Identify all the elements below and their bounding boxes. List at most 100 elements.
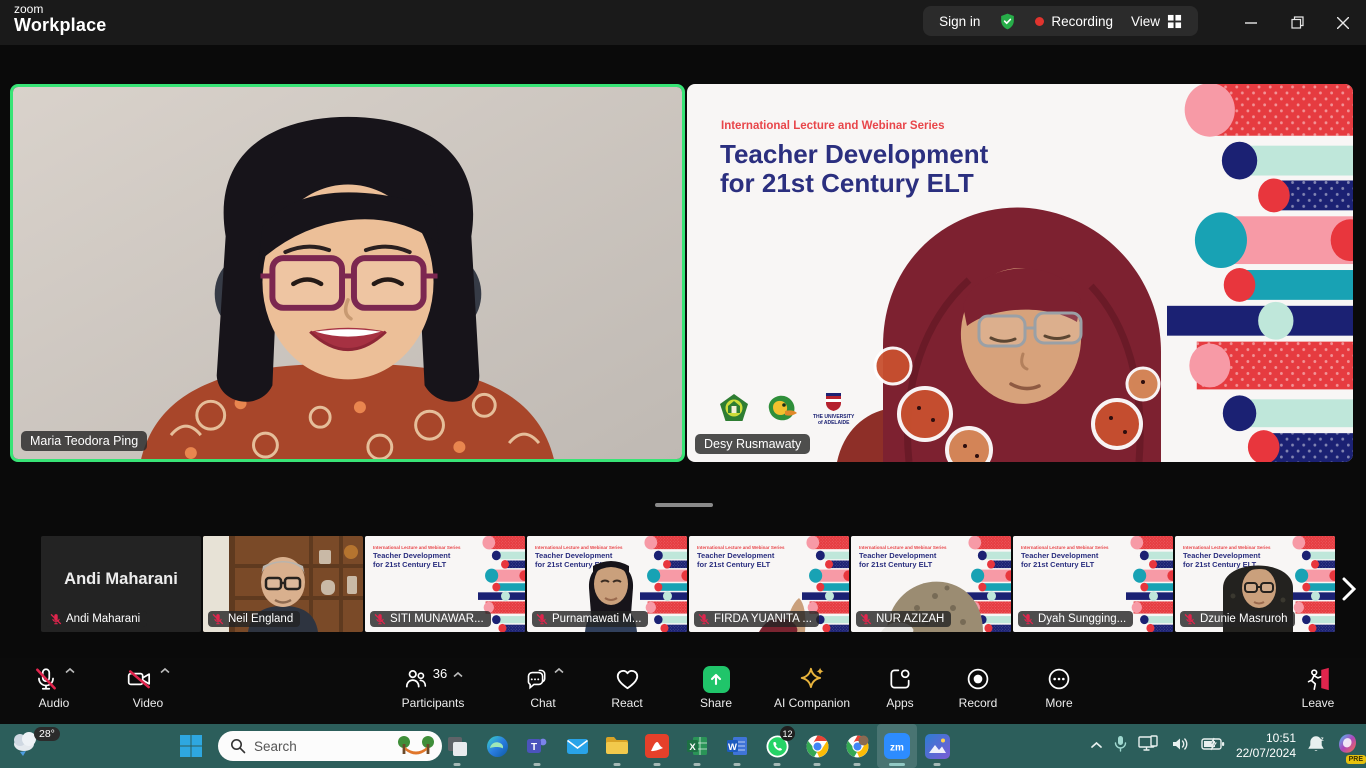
volume-icon[interactable] xyxy=(1171,736,1190,757)
record-icon xyxy=(965,666,991,692)
audio-button[interactable]: Audio xyxy=(14,664,94,710)
thumbnail-dzunie-masruroh[interactable]: International Lecture and Webinar Series… xyxy=(1175,536,1335,632)
video-button[interactable]: Video xyxy=(108,664,188,710)
ai-companion-button[interactable]: AI Companion xyxy=(756,664,868,710)
video-stage: Maria Teodora Ping International Lecture… xyxy=(0,45,1366,658)
security-shield-icon[interactable] xyxy=(998,12,1017,31)
thumbnail-name-label: Neil England xyxy=(208,611,300,627)
word-icon: W xyxy=(725,734,749,758)
svg-text:X: X xyxy=(689,742,696,753)
muted-mic-icon xyxy=(33,666,59,692)
more-icon xyxy=(1046,666,1072,692)
react-button[interactable]: React xyxy=(592,664,662,710)
titlebar-controls: Sign in Recording View xyxy=(923,6,1198,36)
photos-button[interactable] xyxy=(917,724,957,768)
thumbnail-name-label: Purnamawati M... xyxy=(532,611,648,627)
pdf-app-button[interactable] xyxy=(637,724,677,768)
thumbnail-name-label: NUR AZIZAH xyxy=(856,611,951,627)
muted-mic-icon xyxy=(212,613,224,625)
svg-text:W: W xyxy=(728,742,737,753)
meeting-toolbar: Audio Video 36 xyxy=(0,658,1366,724)
thumbnail-siti-munawar[interactable]: International Lecture and Webinar Series… xyxy=(365,536,525,632)
cast-device-icon[interactable] xyxy=(1138,735,1160,758)
tray-chevron-up-icon[interactable] xyxy=(1090,737,1103,755)
battery-icon[interactable] xyxy=(1201,737,1225,756)
leave-button[interactable]: Leave xyxy=(1278,664,1358,710)
slide-decoration-pattern xyxy=(1126,536,1173,632)
sign-in-button[interactable]: Sign in xyxy=(939,14,980,29)
mail-icon xyxy=(565,734,590,759)
thumbnail-andi-maharani[interactable]: Andi Maharani Andi Maharani xyxy=(41,536,201,632)
weather-widget[interactable]: 28° xyxy=(10,727,60,757)
video-tile-desy[interactable]: International Lecture and Webinar Series… xyxy=(687,84,1353,462)
window-controls xyxy=(1228,0,1366,45)
mic-in-use-icon[interactable] xyxy=(1114,735,1127,758)
chrome-profile2-button[interactable] xyxy=(837,724,877,768)
video-tile-maria[interactable]: Maria Teodora Ping xyxy=(10,84,685,462)
grid-view-icon xyxy=(1167,14,1182,29)
taskbar-search[interactable]: Search xyxy=(218,731,442,761)
share-screen-icon xyxy=(703,666,730,693)
thumbnail-firda-yuanita[interactable]: International Lecture and Webinar Series… xyxy=(689,536,849,632)
filmstrip-resize-handle[interactable] xyxy=(655,503,713,507)
chrome-profile1-button[interactable] xyxy=(797,724,837,768)
title-bar: zoom Workplace Sign in Recording View xyxy=(0,0,1366,45)
thumbnail-purnamawati[interactable]: International Lecture and Webinar Series… xyxy=(527,536,687,632)
participants-button[interactable]: 36 Participants xyxy=(375,664,491,710)
participant-name-tag: Maria Teodora Ping xyxy=(21,431,147,451)
word-button[interactable]: W xyxy=(717,724,757,768)
filmstrip-next-button[interactable] xyxy=(1336,572,1362,606)
clock-widget[interactable]: 10:51 22/07/2024 xyxy=(1236,731,1296,761)
thumbnail-neil-england[interactable]: Neil England xyxy=(203,536,363,632)
copilot-icon xyxy=(1336,732,1360,756)
audio-options-caret[interactable] xyxy=(65,664,75,678)
muted-mic-icon xyxy=(698,613,710,625)
thumbnail-nur-azizah[interactable]: International Lecture and Webinar Series… xyxy=(851,536,1011,632)
mail-button[interactable] xyxy=(557,724,597,768)
tray-date: 22/07/2024 xyxy=(1236,746,1296,761)
file-explorer-button[interactable] xyxy=(597,724,637,768)
thumbnail-dyah-sungging[interactable]: International Lecture and Webinar Series… xyxy=(1013,536,1173,632)
video-options-caret[interactable] xyxy=(160,664,170,678)
whatsapp-badge: 12 xyxy=(780,726,795,741)
thumbnail-name-label: Dzunie Masruroh xyxy=(1180,611,1295,627)
edge-browser-button[interactable] xyxy=(477,724,517,768)
search-icon xyxy=(230,738,246,754)
participants-icon xyxy=(403,666,429,692)
chrome-icon xyxy=(805,734,830,759)
muted-camera-icon xyxy=(126,666,154,692)
participants-options-caret[interactable] xyxy=(453,668,463,682)
start-button[interactable] xyxy=(178,733,204,764)
notifications-bell-icon[interactable]: z xyxy=(1307,735,1325,758)
system-tray: 10:51 22/07/2024 z PRE xyxy=(1090,724,1360,768)
chat-button[interactable]: Chat xyxy=(505,664,581,710)
share-button[interactable]: Share xyxy=(678,664,754,710)
whatsapp-button[interactable]: 12 xyxy=(757,724,797,768)
view-button[interactable]: View xyxy=(1131,14,1182,29)
restore-button[interactable] xyxy=(1274,0,1320,45)
copilot-pre-badge: PRE xyxy=(1346,755,1366,764)
zoom-app-icon: zm xyxy=(884,733,910,759)
folder-icon xyxy=(604,733,630,759)
chat-options-caret[interactable] xyxy=(554,664,564,678)
recording-indicator[interactable]: Recording xyxy=(1035,14,1113,29)
task-view-button[interactable] xyxy=(437,724,477,768)
weather-temperature: 28° xyxy=(34,727,60,741)
chat-icon xyxy=(522,666,548,692)
teams-button[interactable]: T xyxy=(517,724,557,768)
apps-button[interactable]: Apps xyxy=(868,664,932,710)
more-button[interactable]: More xyxy=(1026,664,1092,710)
record-button[interactable]: Record xyxy=(940,664,1016,710)
chrome-icon xyxy=(845,734,870,759)
windows-logo-icon xyxy=(178,733,204,759)
copilot-button[interactable]: PRE xyxy=(1336,732,1360,761)
minimize-button[interactable] xyxy=(1228,0,1274,45)
search-label: Search xyxy=(254,739,388,754)
participant-name-tag: Desy Rusmawaty xyxy=(695,434,810,454)
thumbnail-name-label: SITI MUNAWAR... xyxy=(370,611,491,627)
zoom-app-button[interactable]: zm xyxy=(877,724,917,768)
close-button[interactable] xyxy=(1320,0,1366,45)
excel-button[interactable]: X xyxy=(677,724,717,768)
excel-icon: X xyxy=(685,734,709,758)
muted-mic-icon xyxy=(536,613,548,625)
